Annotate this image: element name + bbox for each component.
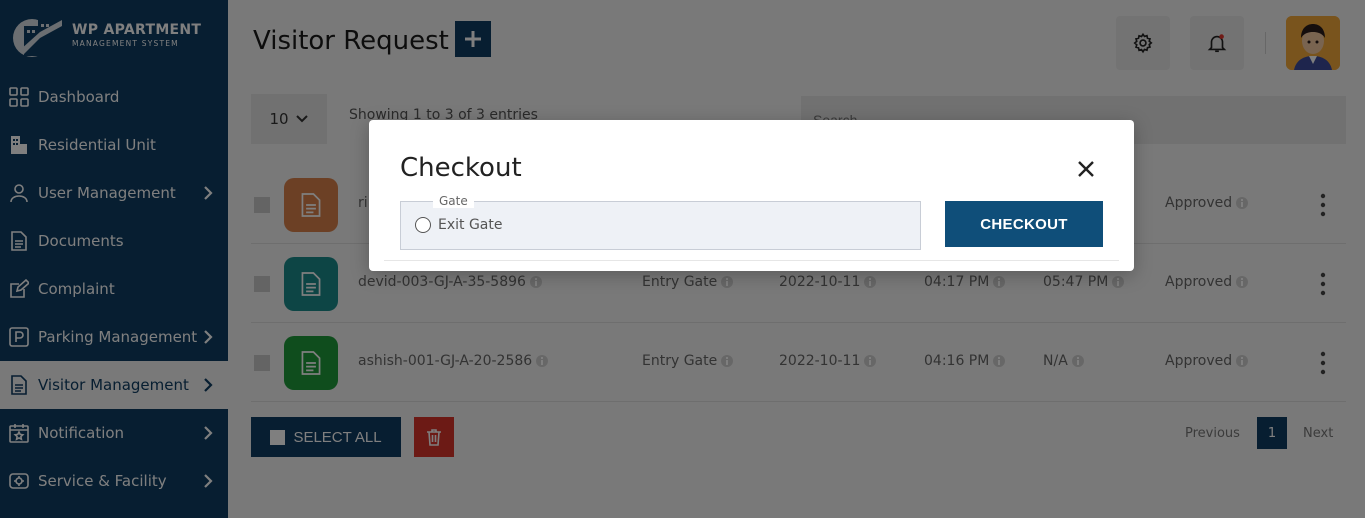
checkout-button[interactable]: CHECKOUT [945,201,1103,247]
exit-gate-label[interactable]: Exit Gate [438,217,503,233]
gate-legend: Gate [433,194,474,208]
modal-divider [384,260,1119,261]
close-icon[interactable] [1076,159,1096,179]
exit-gate-radio[interactable] [415,217,431,233]
checkout-modal: Checkout Gate Exit Gate CHECKOUT [369,120,1134,271]
modal-title: Checkout [400,153,522,183]
